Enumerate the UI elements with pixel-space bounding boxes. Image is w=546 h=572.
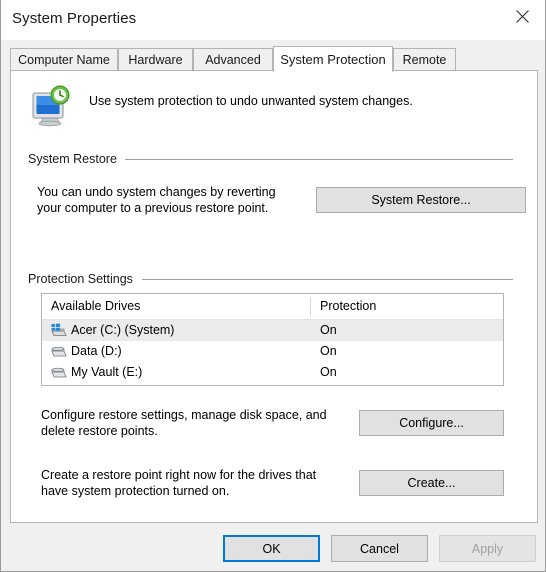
drive-name: Data (D:) [71, 344, 122, 358]
create-button-label: Create... [407, 476, 456, 490]
configure-button[interactable]: Configure... [359, 410, 504, 436]
system-drive-icon [50, 323, 67, 338]
ok-button[interactable]: OK [223, 535, 320, 562]
tab-label: Computer Name [18, 53, 110, 67]
configure-description: Configure restore settings, manage disk … [41, 407, 351, 439]
drive-name: Acer (C:) (System) [71, 323, 175, 337]
tab-label: Hardware [128, 53, 183, 67]
system-restore-button-label: System Restore... [371, 193, 471, 207]
intro-section: Use system protection to undo unwanted s… [25, 83, 515, 133]
configure-description-line1: Configure restore settings, manage disk … [41, 408, 327, 422]
available-drives-list[interactable]: Available Drives Protection Acer (C:) (S… [41, 293, 504, 386]
window-title: System Properties [12, 10, 137, 27]
tab-label: Remote [402, 53, 447, 67]
tab-content-panel: Use system protection to undo unwanted s… [10, 70, 538, 523]
tab-label: System Protection [280, 52, 386, 67]
tab-label: Advanced [205, 53, 261, 67]
group-label-system-restore: System Restore [28, 152, 125, 166]
ok-button-label: OK [262, 541, 281, 556]
tab-advanced[interactable]: Advanced [193, 48, 273, 71]
table-row[interactable]: Acer (C:) (System) On [42, 320, 503, 341]
create-description-line2: have system protection turned on. [41, 484, 230, 498]
column-header-available-drives[interactable]: Available Drives [51, 299, 140, 313]
apply-button: Apply [439, 535, 536, 562]
drive-icon [50, 365, 67, 380]
drive-protection-status: On [320, 344, 337, 358]
column-header-protection[interactable]: Protection [320, 299, 376, 313]
drive-icon [50, 344, 67, 359]
drive-name: My Vault (E:) [71, 365, 143, 379]
system-restore-description-line1: You can undo system changes by reverting [37, 185, 276, 199]
cancel-button[interactable]: Cancel [331, 535, 428, 562]
title-bar: System Properties [1, 0, 545, 40]
system-restore-description-line2: your computer to a previous restore poin… [37, 201, 269, 215]
tab-system-protection[interactable]: System Protection [273, 46, 393, 72]
tab-remote[interactable]: Remote [393, 48, 456, 71]
create-description: Create a restore point right now for the… [41, 467, 351, 499]
create-description-line1: Create a restore point right now for the… [41, 468, 317, 482]
create-button[interactable]: Create... [359, 470, 504, 496]
system-protection-icon [27, 83, 73, 129]
drive-protection-status: On [320, 323, 337, 337]
group-rule-system-restore [123, 159, 513, 160]
list-header-row: Available Drives Protection [42, 294, 503, 320]
system-properties-window: System Properties Computer Name Hardware… [0, 0, 546, 572]
group-rule-protection-settings [142, 279, 513, 280]
close-icon[interactable] [500, 0, 545, 32]
configure-description-line2: delete restore points. [41, 424, 158, 438]
drive-protection-status: On [320, 365, 337, 379]
configure-button-label: Configure... [399, 416, 464, 430]
system-restore-button[interactable]: System Restore... [316, 187, 526, 213]
dialog-footer: OK Cancel Apply [1, 523, 545, 571]
table-row[interactable]: Data (D:) On [42, 341, 503, 362]
tab-hardware[interactable]: Hardware [118, 48, 193, 71]
apply-button-label: Apply [471, 541, 504, 556]
table-row[interactable]: My Vault (E:) On [42, 362, 503, 383]
system-restore-description: You can undo system changes by reverting… [37, 184, 317, 216]
cancel-button-label: Cancel [360, 541, 399, 556]
intro-text: Use system protection to undo unwanted s… [89, 94, 413, 108]
column-divider [310, 297, 311, 316]
tab-strip: Computer Name Hardware Advanced System P… [10, 46, 538, 72]
tab-computer-name[interactable]: Computer Name [10, 48, 118, 71]
group-label-protection-settings: Protection Settings [28, 272, 141, 286]
